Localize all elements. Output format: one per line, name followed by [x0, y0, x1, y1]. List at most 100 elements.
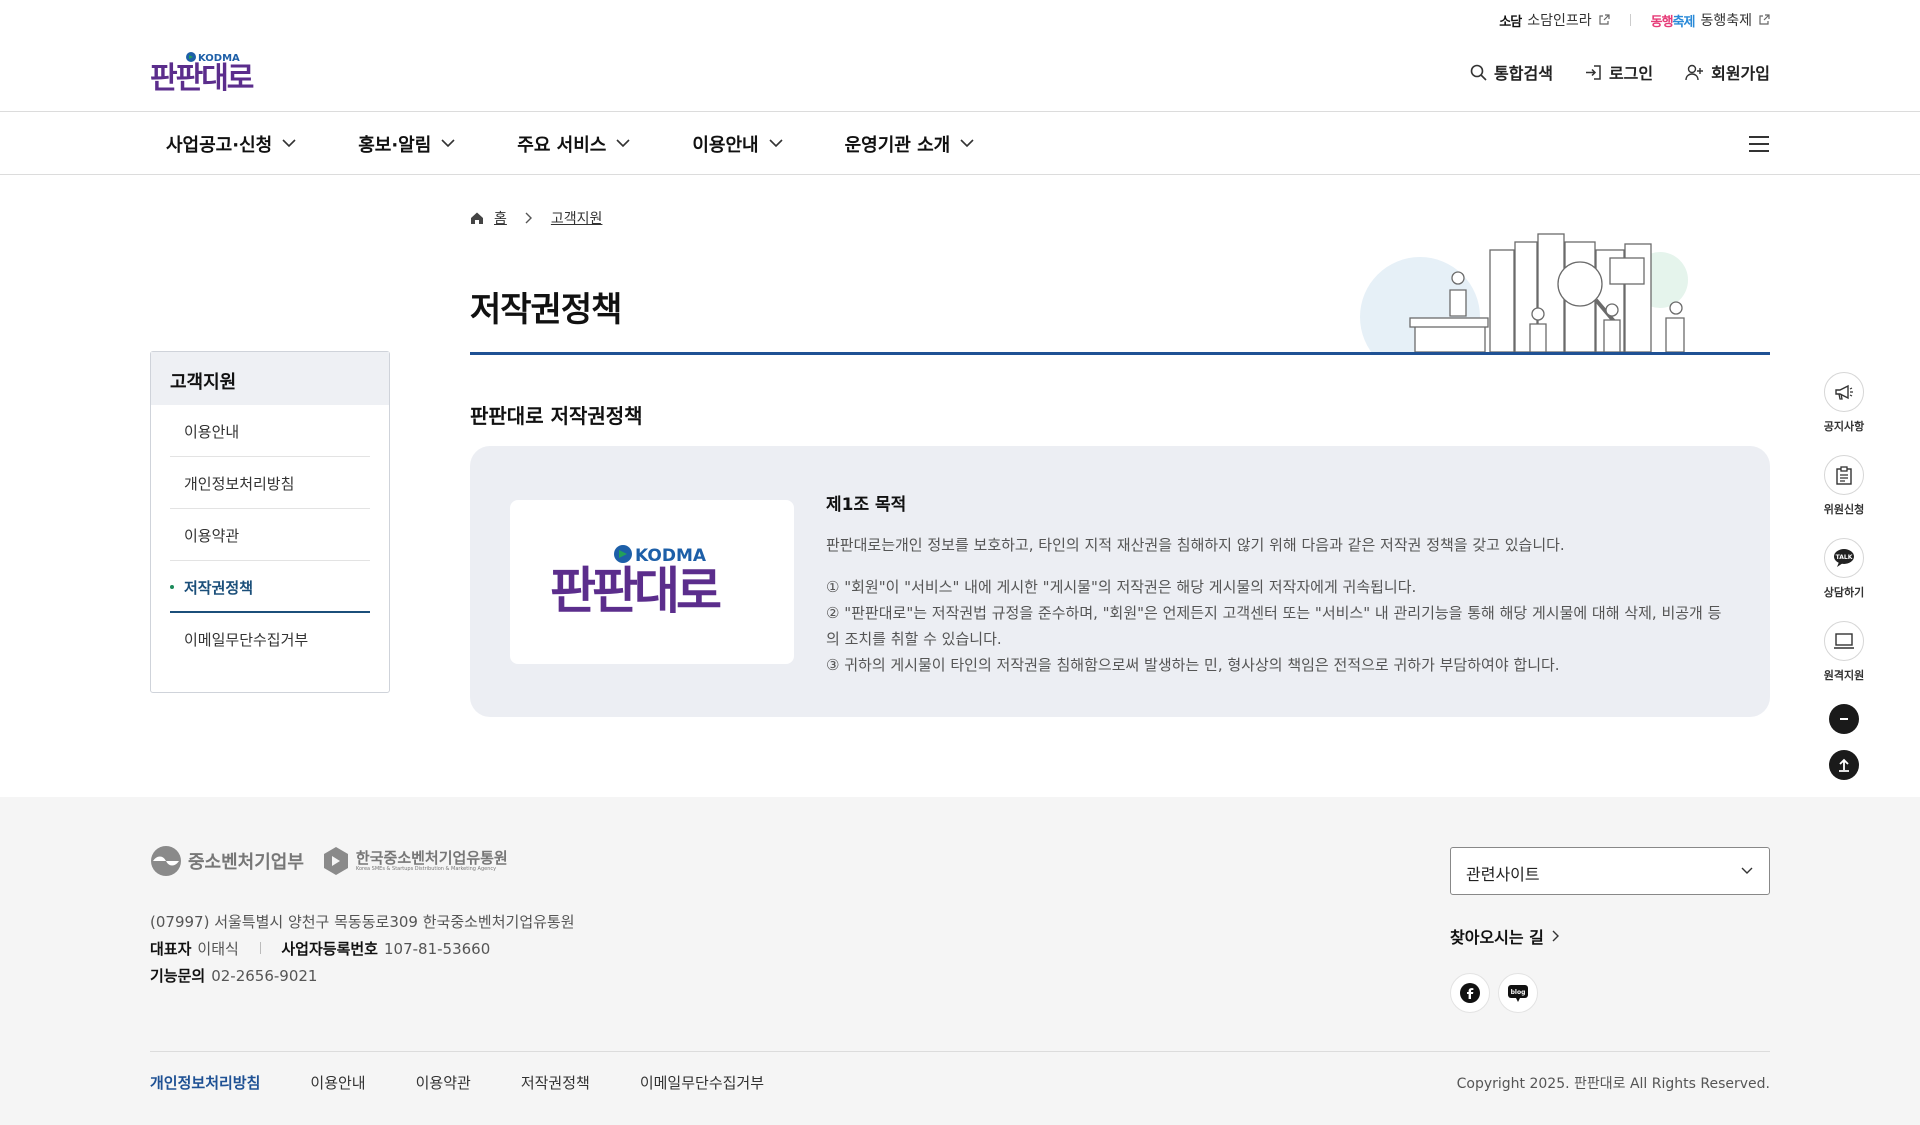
gnb-item-promotion[interactable]: 홍보·알림: [358, 131, 455, 157]
side-nav-item-privacy[interactable]: 개인정보처리방침: [170, 457, 370, 509]
gnb-item-about[interactable]: 운영기관 소개: [845, 131, 975, 157]
quick-remote-support-label: 원격지원: [1823, 669, 1865, 682]
login-icon: [1585, 64, 1601, 80]
donghaeng-festa-link[interactable]: 동행축제 동행축제: [1651, 10, 1770, 30]
mss-logo: 중소벤처기업부: [150, 845, 304, 877]
tel-label: 기능문의: [150, 967, 206, 985]
kodma-emblem-icon: [323, 847, 348, 875]
footer-divider: [150, 1051, 1770, 1052]
side-nav-item-email-refusal[interactable]: 이메일무단수집거부: [170, 613, 370, 665]
quick-notice-button[interactable]: 공지사항: [1818, 372, 1870, 434]
minus-icon: [1840, 718, 1848, 720]
directions-link[interactable]: 찾아오시는 길: [1450, 924, 1559, 948]
divider: [1629, 14, 1631, 26]
sodam-logo: 소담: [1499, 14, 1522, 30]
footer-info: (07997) 서울특별시 양천구 목동동로309 한국중소벤처기업유통원 대표…: [150, 909, 575, 990]
kodma-name-en: Korea SMEs & Startups Distribution & Mar…: [355, 865, 497, 872]
monitor-icon: [1824, 621, 1864, 661]
footer-link-terms[interactable]: 이용약관: [416, 1072, 471, 1093]
quick-consult-label: 상담하기: [1823, 586, 1865, 599]
government-emblem-icon: [151, 846, 181, 876]
site-logo[interactable]: KODMA 판판대로: [150, 50, 268, 96]
hamburger-menu-icon: [1749, 136, 1769, 152]
footer-link-email-refusal[interactable]: 이메일무단수집거부: [640, 1072, 764, 1093]
panpandaero-logo: KODMA 판판대로: [150, 52, 256, 96]
footer-link-guide[interactable]: 이용안내: [310, 1072, 365, 1093]
kodma-name: 한국중소벤처기업유통원: [355, 849, 508, 867]
all-menu-button[interactable]: [1748, 134, 1770, 154]
family-site-links: 소담 소담인프라 동행축제 동행축제: [1499, 10, 1770, 30]
site-header: 소담 소담인프라 동행축제 동행축제 KODMA 판판대로 통합검색 로그인 회…: [0, 0, 1920, 112]
footer-org-logos: 중소벤처기업부 한국중소벤처기업유통원 Korea SMEs & Startup…: [150, 845, 508, 877]
chevron-down-icon: [960, 139, 974, 148]
svg-text:blog: blog: [1511, 989, 1526, 996]
chevron-down-icon: [441, 139, 455, 148]
join-label: 회원가입: [1711, 64, 1770, 83]
article-items: ① "회원"이 "서비스" 내에 게시한 "게시물"의 저작권은 해당 게시물의…: [826, 574, 1726, 678]
scroll-top-button[interactable]: [1829, 750, 1859, 780]
footer-link-copyright[interactable]: 저작권정책: [521, 1072, 590, 1093]
blog-link[interactable]: blog: [1498, 973, 1538, 1013]
member-menu: 통합검색 로그인 회원가입: [1470, 60, 1770, 84]
directions-label: 찾아오시는 길: [1450, 928, 1544, 947]
gnb-list: 사업공고·신청 홍보·알림 주요 서비스 이용안내 운영기관 소개: [166, 112, 1036, 175]
quick-remote-support-button[interactable]: 원격지원: [1818, 621, 1870, 683]
svg-text:판판대로: 판판대로: [550, 562, 721, 620]
article-item: ② "판판대로"는 저작권법 규정을 준수하며, "회원"은 언제든지 고객센터…: [826, 604, 1722, 648]
home-icon: [471, 212, 483, 224]
ceo-name: 이태식: [197, 940, 239, 958]
sns-links: blog: [1450, 973, 1538, 1013]
biz-number-label: 사업자등록번호: [281, 940, 378, 958]
add-user-icon: [1685, 64, 1704, 80]
copyright-text: Copyright 2025. 판판대로 All Rights Reserved…: [1456, 1076, 1770, 1092]
integrated-search-label: 통합검색: [1494, 64, 1553, 83]
blog-icon: blog: [1508, 985, 1528, 1002]
gnb-item-business-notice[interactable]: 사업공고·신청: [166, 131, 296, 157]
donghaeng-festa-label: 동행축제: [1700, 13, 1752, 29]
side-nav-item-terms[interactable]: 이용약관: [170, 509, 370, 561]
divider: [259, 942, 261, 954]
footer-link-privacy[interactable]: 개인정보처리방침: [150, 1072, 260, 1093]
quick-committee-button[interactable]: 위원신청: [1818, 455, 1870, 517]
title-underline: [470, 352, 1770, 355]
talk-bubble-icon: TALK: [1824, 538, 1864, 578]
article-lead: 판판대로는개인 정보를 보호하고, 타인의 지적 재산권을 침해하지 않기 위해…: [826, 536, 1565, 554]
footer-business-info: 대표자 이태식 사업자등록번호 107-81-53660: [150, 936, 575, 963]
site-footer: 중소벤처기업부 한국중소벤처기업유통원 Korea SMEs & Startup…: [0, 797, 1920, 1125]
biz-number: 107-81-53660: [383, 940, 491, 958]
page-title: 저작권정책: [470, 290, 622, 330]
search-icon: [1470, 64, 1487, 81]
quick-consult-button[interactable]: TALK 상담하기: [1818, 538, 1870, 600]
login-button[interactable]: 로그인: [1585, 60, 1653, 84]
breadcrumb-home[interactable]: 홈: [494, 208, 507, 228]
breadcrumb: 홈 고객지원: [470, 208, 602, 228]
related-sites-select[interactable]: 관련사이트: [1450, 847, 1770, 895]
footer-contact: 기능문의 02-2656-9021: [150, 963, 575, 990]
integrated-search-button[interactable]: 통합검색: [1470, 60, 1553, 84]
sodam-infra-link[interactable]: 소담 소담인프라: [1499, 10, 1610, 30]
tel-number: 02-2656-9021: [211, 967, 318, 985]
gnb-item-main-services[interactable]: 주요 서비스: [517, 131, 630, 157]
facebook-link[interactable]: [1450, 973, 1490, 1013]
quick-notice-label: 공지사항: [1823, 420, 1865, 433]
footer-links: 개인정보처리방침 이용안내 이용약관 저작권정책 이메일무단수집거부: [150, 1072, 764, 1093]
side-nav-item-copyright[interactable]: 저작권정책: [170, 561, 370, 613]
office-illustration: [1360, 233, 1705, 354]
sodam-infra-label: 소담인프라: [1527, 13, 1592, 29]
facebook-icon: [1460, 983, 1480, 1003]
chevron-down-icon: [282, 139, 296, 148]
gnb-item-guide[interactable]: 이용안내: [692, 131, 783, 157]
quick-committee-label: 위원신청: [1823, 503, 1865, 516]
megaphone-icon: [1824, 372, 1864, 412]
mss-name: 중소벤처기업부: [188, 852, 304, 873]
side-nav-item-guide[interactable]: 이용안내: [170, 405, 370, 457]
global-navigation: 사업공고·신청 홍보·알림 주요 서비스 이용안내 운영기관 소개: [0, 112, 1920, 175]
zoom-out-button[interactable]: [1829, 704, 1859, 734]
breadcrumb-current[interactable]: 고객지원: [551, 208, 603, 228]
quick-menu: 공지사항 위원신청 TALK 상담하기 원격지원: [1818, 372, 1870, 796]
svg-text:판판대로: 판판대로: [150, 61, 254, 96]
join-button[interactable]: 회원가입: [1685, 60, 1770, 84]
side-nav-list: 이용안내 개인정보처리방침 이용약관 저작권정책 이메일무단수집거부: [151, 405, 389, 665]
chevron-right-icon: [525, 212, 532, 224]
article-title: 제1조 목적: [826, 495, 907, 515]
